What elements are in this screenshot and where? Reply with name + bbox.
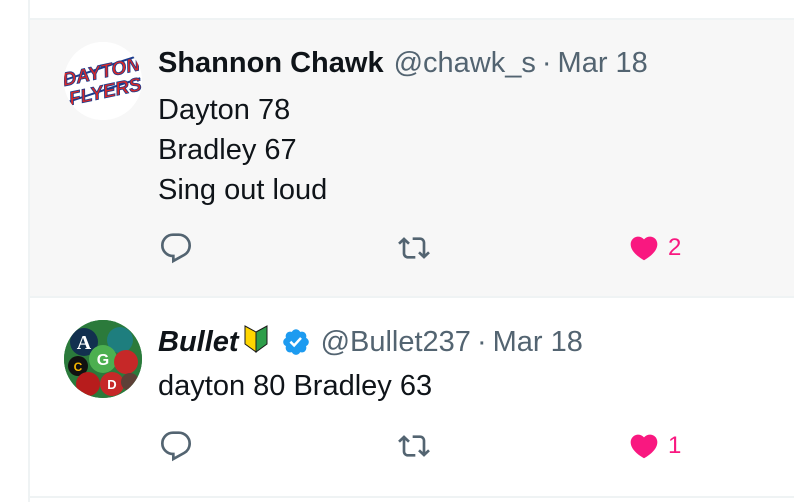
action-bar: 1 <box>158 430 794 466</box>
author-handle[interactable]: @Bullet237 <box>321 326 471 359</box>
author-name[interactable]: Shannon Chawk <box>158 47 384 80</box>
tweet-header: Shannon Chawk @chawk_s · Mar 18 <box>158 47 648 80</box>
heart-icon <box>630 236 658 261</box>
heart-icon <box>630 434 658 459</box>
svg-text:G: G <box>97 352 109 369</box>
reply-button[interactable] <box>160 232 192 264</box>
separator: · <box>476 325 487 358</box>
like-count: 2 <box>668 234 682 261</box>
avatar[interactable]: A G C D <box>64 320 142 398</box>
avatar[interactable]: DAYTON FLYERS <box>64 42 142 120</box>
separator: · <box>541 47 552 79</box>
sports-logos-collage-icon: A G C D <box>64 320 142 398</box>
beginner-leaf-icon <box>243 322 269 362</box>
like-count: 1 <box>668 432 682 459</box>
reply-button[interactable] <box>160 430 192 462</box>
retweet-button[interactable] <box>398 232 430 264</box>
tweet-line: dayton 80 Bradley 63 <box>158 370 433 402</box>
tweet-text: Dayton 78 Bradley 67 Sing out loud <box>158 90 327 210</box>
author-name[interactable]: Bullet <box>158 326 239 359</box>
like-button[interactable]: 2 <box>628 232 681 264</box>
action-bar: 2 <box>158 232 794 268</box>
tweet-line: Bradley 67 <box>158 134 297 166</box>
verified-badge-icon[interactable] <box>281 327 311 357</box>
divider <box>28 496 794 498</box>
retweet-icon <box>398 435 430 457</box>
tweet-date[interactable]: Mar 18 <box>493 326 583 359</box>
dayton-flyers-logo-icon: DAYTON FLYERS <box>64 42 142 120</box>
tweet[interactable]: A G C D Bullet @Bullet237 · Mar 18 dayto… <box>30 298 794 496</box>
tweet-line: Dayton 78 <box>158 94 291 126</box>
retweet-icon <box>398 237 430 259</box>
author-handle[interactable]: @chawk_s <box>394 47 536 80</box>
retweet-button[interactable] <box>398 430 430 462</box>
svg-text:C: C <box>74 360 83 374</box>
tweet-header: Bullet @Bullet237 · Mar 18 <box>158 322 583 362</box>
tweet-text: dayton 80 Bradley 63 <box>158 366 432 406</box>
svg-text:D: D <box>107 377 116 392</box>
tweet-line: Sing out loud <box>158 174 328 206</box>
tweet-date[interactable]: Mar 18 <box>558 47 648 80</box>
like-button[interactable]: 1 <box>628 430 681 462</box>
tweet[interactable]: DAYTON FLYERS Shannon Chawk @chawk_s · M… <box>30 20 794 296</box>
svg-text:A: A <box>77 332 92 354</box>
reply-icon <box>161 233 192 264</box>
reply-icon <box>161 431 192 462</box>
